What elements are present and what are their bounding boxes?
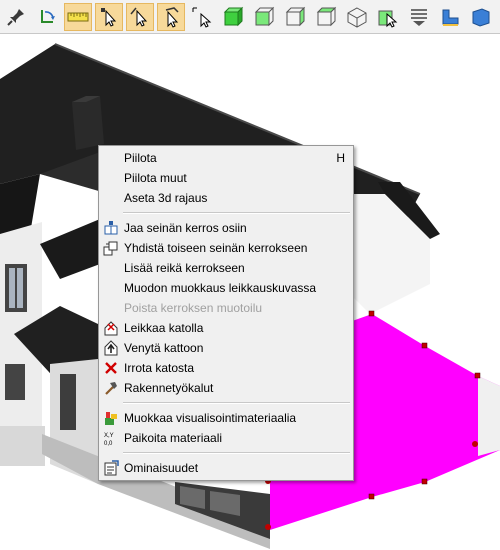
split-layer-icon [103,220,119,236]
menu-item-label: Rakennetyökalut [124,381,214,395]
menu-item-extend-to-roof[interactable]: Venytä kattoon [99,338,353,358]
menu-item-split-layer[interactable]: Jaa seinän kerros osiin [99,218,353,238]
pin-icon [7,8,24,26]
layers-icon [411,8,427,26]
menu-item-merge-layer[interactable]: Yhdistä toiseen seinän kerrokseen [99,238,353,258]
select-line-button[interactable] [126,2,154,31]
vertex-3[interactable] [265,524,271,530]
properties-icon [103,460,119,476]
select-line-icon [130,7,148,27]
select-point-button[interactable] [95,2,123,31]
chair-button[interactable] [436,3,464,31]
blue-shape-icon [472,7,490,27]
chimney [72,96,104,150]
menu-separator [123,212,350,214]
box-back-icon [316,6,337,26]
menu-item-hide-others[interactable]: Piilota muut [99,168,353,188]
ruler-button[interactable] [64,2,92,31]
handle-3[interactable] [421,342,428,349]
box-side-button[interactable] [281,3,309,31]
menu-item-position-material[interactable]: X,Y 0,0 Paikoita materiaali [99,428,353,448]
menu-item-label: Lisää reikä kerrokseen [124,261,245,275]
svg-text:X,Y: X,Y [104,433,114,439]
menu-item-detach-roof[interactable]: Irrota katosta [99,358,353,378]
menu-separator [123,452,350,454]
box-iso-button[interactable] [343,3,371,31]
menu-item-label: Poista kerroksen muotoilu [124,301,263,315]
box-side-icon [285,6,306,26]
box-select-icon [378,10,398,28]
menu-item-label: Venytä kattoon [124,341,204,355]
box-back-button[interactable] [312,3,340,31]
box-front-icon [254,6,275,26]
menu-item-add-hole[interactable]: Lisää reikä kerrokseen [99,258,353,278]
select-polygon-button[interactable] [157,2,185,31]
menu-item-edit-visual-material[interactable]: Muokkaa visualisointimateriaalia [99,408,353,428]
menu-item-construction-tools[interactable]: Rakennetyökalut [99,378,353,398]
extend-roof-icon [103,340,119,356]
select-cursor-button[interactable] [188,3,216,31]
menu-item-label: Muokkaa visualisointimateriaalia [124,411,297,425]
menu-item-label: Jaa seinän kerros osiin [124,221,247,235]
handle-5[interactable] [421,478,428,485]
pin-button[interactable] [2,3,30,31]
menu-item-label: Piilota [124,151,157,165]
hammer-icon [103,380,119,396]
menu-item-edit-shape-section[interactable]: Muodon muokkaus leikkauskuvassa [99,278,353,298]
menu-item-label: Aseta 3d rajaus [124,191,208,205]
toolbar [0,0,500,34]
cut-roof-icon [103,320,119,336]
menu-item-label: Irrota katosta [124,361,195,375]
menu-item-set-3d-clip[interactable]: Aseta 3d rajaus [99,188,353,208]
box-iso-icon [347,6,367,28]
menu-item-label: Muodon muokkaus leikkauskuvassa [124,281,317,295]
right-gable [350,182,440,314]
select-polygon-icon [165,6,179,28]
menu-item-label: Piilota muut [124,171,187,185]
select-cursor-icon [192,7,212,28]
handle-2[interactable] [368,310,375,317]
menu-separator [123,402,350,404]
chair-icon [442,9,459,26]
handle-4[interactable] [474,372,481,379]
svg-text:0,0: 0,0 [104,441,113,446]
menu-item-label: Leikkaa katolla [124,321,204,335]
merge-layer-icon [103,240,119,256]
green-cube-button[interactable] [219,3,247,31]
context-menu: Piilota H Piilota muut Aseta 3d rajaus J… [98,145,354,481]
rotate-button[interactable] [33,3,61,31]
menu-item-hide[interactable]: Piilota H [99,148,353,168]
menu-item-label: Yhdistä toiseen seinän kerrokseen [124,241,308,255]
xyz-icon: X,Y 0,0 [103,430,119,446]
blue-shape-button[interactable] [467,3,495,31]
menu-item-label: Ominaisuudet [124,461,199,475]
box-front-button[interactable] [250,3,278,31]
vertex-4[interactable] [472,441,478,447]
rotate-icon [41,9,55,23]
select-point-icon [101,7,117,27]
detach-roof-icon [103,360,119,376]
menu-item-label: Paikoita materiaali [124,431,223,445]
menu-item-remove-shaping: Poista kerroksen muotoilu [99,298,353,318]
green-cube-icon [223,6,244,26]
box-select-button[interactable] [374,3,402,31]
handle-6[interactable] [368,493,375,500]
menu-item-cut-by-roof[interactable]: Leikkaa katolla [99,318,353,338]
ruler-icon [67,12,89,21]
menu-item-properties[interactable]: Ominaisuudet [99,458,353,478]
shortcut-label: H [336,151,345,165]
paint-bucket-icon [103,410,119,426]
layers-button[interactable] [405,3,433,31]
